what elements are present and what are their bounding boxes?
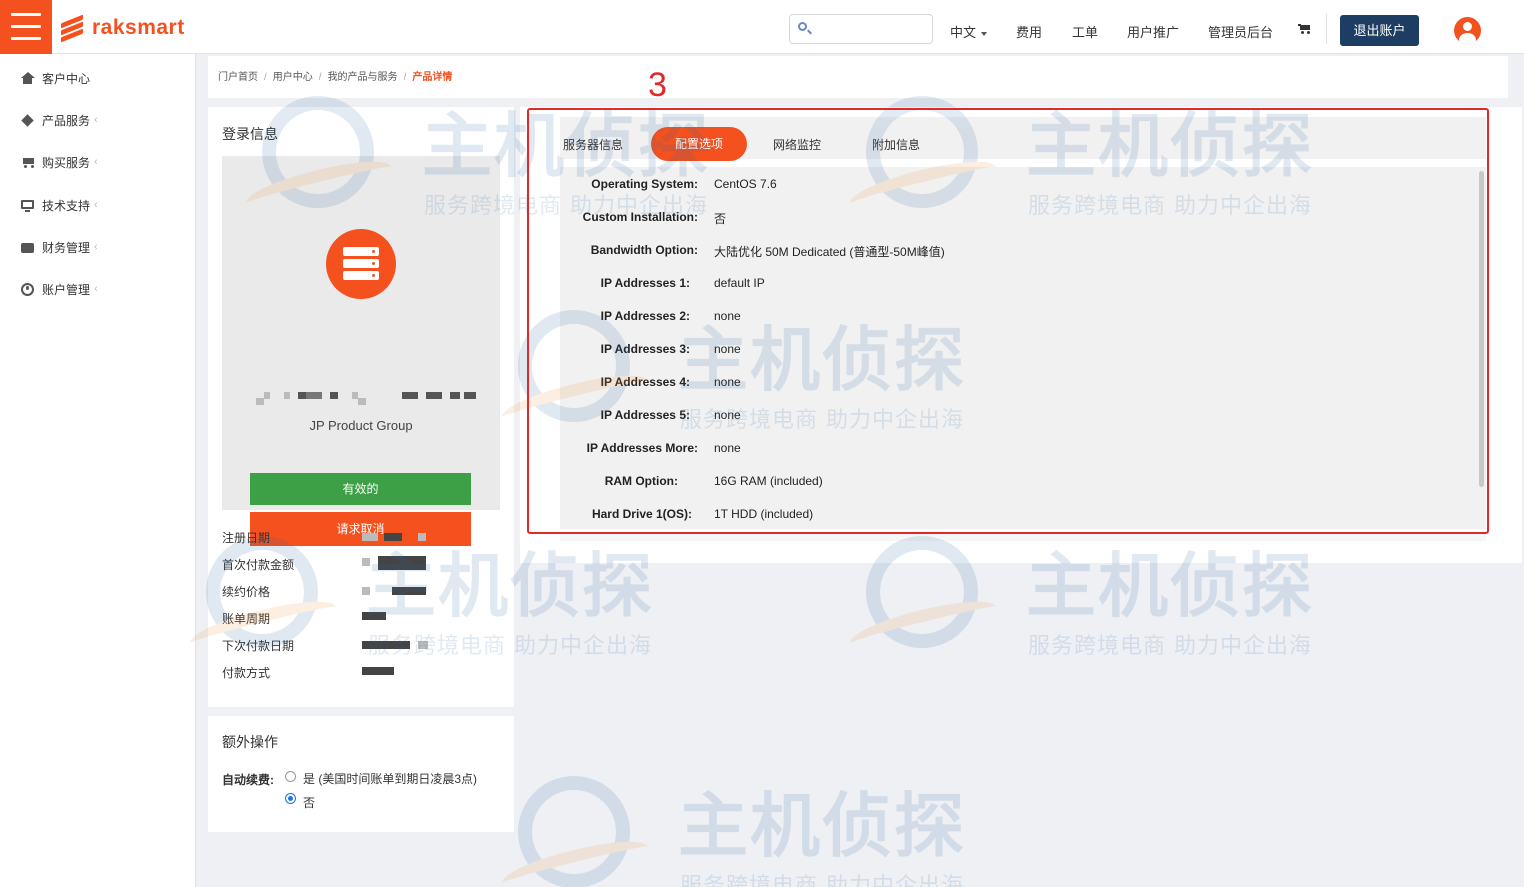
search-box[interactable]: [789, 14, 933, 44]
annotation-number: 3: [648, 66, 667, 104]
home-icon: [20, 71, 35, 85]
cart-icon[interactable]: [1298, 24, 1310, 34]
sidebar-item-label: 账户管理: [42, 282, 91, 297]
panel-title: 登录信息: [222, 126, 278, 142]
breadcrumb: 门户首页 / 用户中心 / 我的产品与服务 / 产品详情: [218, 72, 453, 83]
breadcrumb-bar: 门户首页 / 用户中心 / 我的产品与服务 / 产品详情: [208, 56, 1508, 98]
sidebar-item-account[interactable]: 账户管理 ‹: [0, 278, 196, 300]
panel-title: 额外操作: [222, 734, 278, 750]
product-card: JP Product Group 有效的 请求取消: [222, 156, 500, 546]
info-label-payment-method: 付款方式: [222, 666, 271, 680]
info-label-billing-cycle: 账单周期: [222, 612, 271, 626]
breadcrumb-home[interactable]: 门户首页: [218, 72, 258, 83]
server-icon: [326, 229, 396, 299]
sidebar-item-label: 购买服务: [42, 155, 91, 170]
wallet-icon: [20, 241, 35, 254]
auto-renew-yes-radio[interactable]: [285, 771, 296, 782]
nav-tickets[interactable]: 工单: [1072, 22, 1098, 41]
brand-logo[interactable]: raksmart: [60, 14, 185, 43]
login-info-panel: 登录信息 JP Product Group 有效的 请求取消 注册日期 首次付款…: [208, 107, 514, 707]
language-label: 中文: [950, 25, 977, 40]
request-cancel-button[interactable]: 请求取消: [250, 512, 471, 546]
top-bar: raksmart 中文 费用 工单 用户推广 管理员后台 退出账户: [0, 0, 1524, 54]
sidebar: 客户中心 产品服务 ‹ 购买服务 ‹ 技术支持 ‹ 财务管理 ‹ 账户管理 ‹: [0, 54, 196, 887]
header-divider: [1326, 14, 1327, 44]
chevron-left-icon: ‹: [94, 114, 98, 126]
chevron-left-icon: ‹: [94, 199, 98, 211]
status-active-button[interactable]: 有效的: [250, 473, 471, 505]
chevron-left-icon: ‹: [94, 156, 98, 168]
search-input[interactable]: [812, 19, 928, 39]
sidebar-item-label: 财务管理: [42, 240, 91, 255]
auto-renew-yes-label[interactable]: 是 (美国时间账单到期日凌晨3点): [303, 770, 477, 787]
search-icon: [798, 22, 807, 31]
extra-ops-panel: 额外操作 自动续费: 是 (美国时间账单到期日凌晨3点) 否: [208, 716, 514, 832]
info-label-register-date: 注册日期: [222, 531, 271, 545]
chevron-left-icon: ‹: [94, 241, 98, 253]
sidebar-item-label: 技术支持: [42, 198, 91, 213]
nav-billing[interactable]: 费用: [1016, 22, 1042, 41]
sidebar-item-finance[interactable]: 财务管理 ‹: [0, 236, 196, 258]
nav-affiliate[interactable]: 用户推广: [1127, 22, 1179, 41]
annotation-highlight-box: [527, 108, 1489, 534]
sidebar-item-label: 产品服务: [42, 113, 91, 128]
sidebar-item-products[interactable]: 产品服务 ‹: [0, 109, 196, 131]
info-label-first-payment: 首次付款金额: [222, 558, 295, 572]
user-avatar-icon[interactable]: [1454, 17, 1481, 44]
breadcrumb-my-products[interactable]: 我的产品与服务: [328, 72, 398, 83]
menu-toggle-icon[interactable]: [0, 0, 52, 54]
sidebar-item-support[interactable]: 技术支持 ‹: [0, 194, 196, 216]
sidebar-item-label: 客户中心: [42, 71, 91, 86]
breadcrumb-user-center[interactable]: 用户中心: [273, 72, 313, 83]
chevron-down-icon: [981, 31, 988, 36]
product-group: JP Product Group: [309, 418, 413, 433]
cube-icon: [20, 113, 35, 127]
cart-icon: [20, 156, 35, 169]
logout-button[interactable]: 退出账户: [1340, 15, 1419, 46]
monitor-icon: [20, 199, 35, 212]
panel-footer-strip: [560, 533, 1486, 541]
breadcrumb-current: 产品详情: [412, 72, 453, 83]
brand-name: raksmart: [92, 16, 185, 39]
chevron-left-icon: ‹: [94, 283, 98, 295]
auto-renew-label: 自动续费:: [222, 773, 274, 787]
sidebar-item-client-center[interactable]: 客户中心: [0, 67, 196, 89]
language-select[interactable]: 中文: [950, 22, 988, 41]
info-label-next-due-date: 下次付款日期: [222, 639, 295, 653]
sidebar-item-purchase[interactable]: 购买服务 ‹: [0, 151, 196, 173]
nav-admin[interactable]: 管理员后台: [1208, 22, 1273, 41]
auto-renew-no-label[interactable]: 否: [303, 794, 315, 811]
info-label-renewal-price: 续约价格: [222, 585, 271, 599]
auto-renew-no-radio[interactable]: [285, 793, 296, 804]
raksmart-logo-icon: [60, 14, 84, 43]
account-icon: [20, 282, 35, 296]
